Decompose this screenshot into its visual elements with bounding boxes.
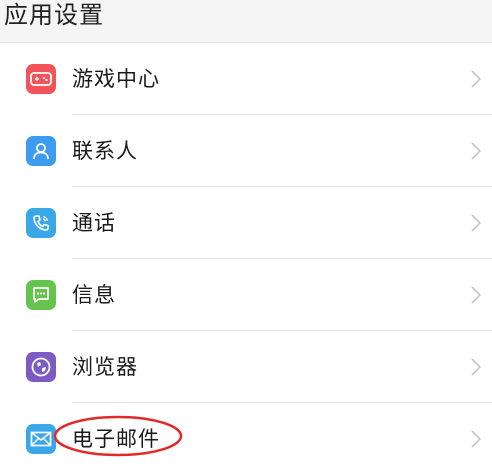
- gamepad-icon: [26, 64, 56, 94]
- globe-icon: [26, 352, 56, 382]
- list-item-label: 电子邮件: [72, 427, 160, 451]
- contact-person-icon: [26, 136, 56, 166]
- chevron-right-icon: [471, 430, 482, 448]
- app-settings-list: 游戏中心 联系人 通话 信息 浏览器 电子邮件: [0, 43, 492, 475]
- page-header: 应用设置: [0, 0, 492, 43]
- chevron-right-icon: [471, 70, 482, 88]
- chevron-right-icon: [471, 286, 482, 304]
- list-item-label: 联系人: [72, 139, 138, 163]
- list-item-label: 浏览器: [72, 355, 138, 379]
- chevron-right-icon: [471, 142, 482, 160]
- list-item-email[interactable]: 电子邮件: [0, 403, 492, 475]
- mail-icon: [26, 424, 56, 454]
- list-item-calls[interactable]: 通话: [0, 187, 492, 259]
- list-item-label: 游戏中心: [72, 67, 160, 91]
- list-item-browser[interactable]: 浏览器: [0, 331, 492, 403]
- chevron-right-icon: [471, 358, 482, 376]
- list-item-label: 通话: [72, 211, 116, 235]
- list-item-contacts[interactable]: 联系人: [0, 115, 492, 187]
- list-item-game-center[interactable]: 游戏中心: [0, 43, 492, 115]
- list-item-messages[interactable]: 信息: [0, 259, 492, 331]
- phone-icon: [26, 208, 56, 238]
- list-item-label: 信息: [72, 283, 116, 307]
- message-icon: [26, 280, 56, 310]
- chevron-right-icon: [471, 214, 482, 232]
- page-title: 应用设置: [4, 1, 104, 29]
